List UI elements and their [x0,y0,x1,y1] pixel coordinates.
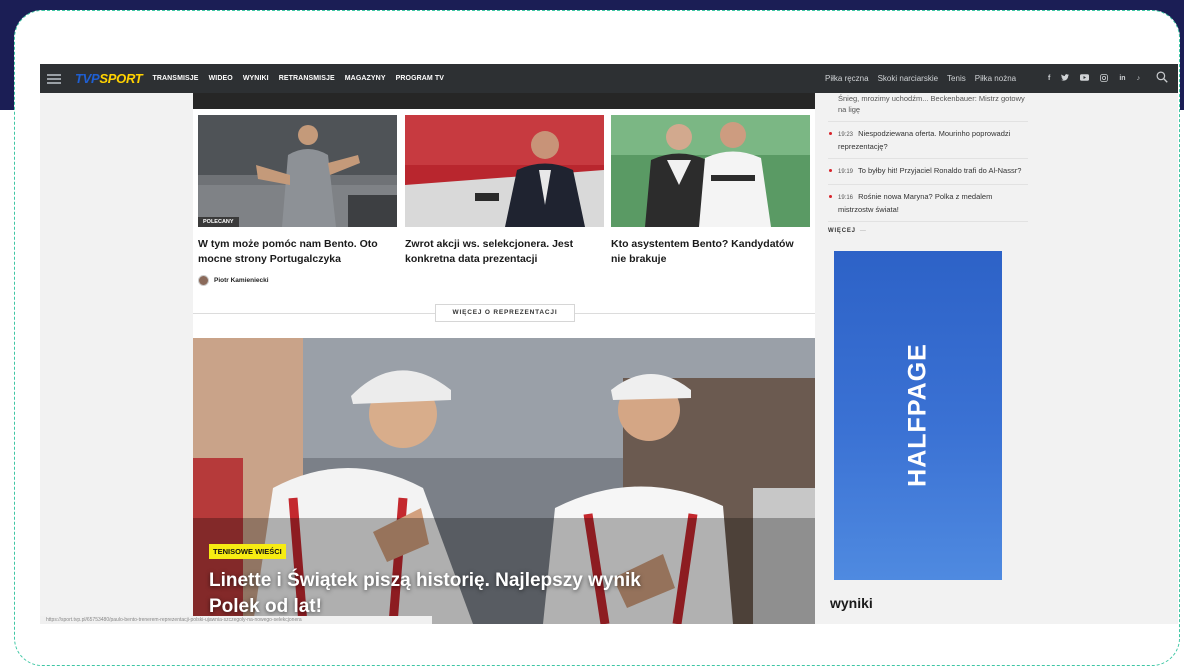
article-image-bento[interactable]: POLECANY [198,115,397,227]
results-section-title: wyniki [830,595,873,611]
nav-program-tv[interactable]: PROGRAM TV [396,75,444,82]
news-text: Rośnie nowa Maryna? Polka z medalem mist… [838,192,993,214]
tvp-sport-logo[interactable]: TVPSPORT [75,71,143,86]
subnav-skoki-narciarskie[interactable]: Skoki narciarskie [878,74,938,83]
nav-magazyny[interactable]: MAGAZYNY [345,75,386,82]
hero-category-label[interactable]: TENISOWE WIEŚCI [209,544,286,559]
nav-transmisje[interactable]: TRANSMISJE [152,75,198,82]
article-title[interactable]: Kto asystentem Bento? Kandydatów nie bra… [611,237,810,267]
nav-wideo[interactable]: WIDEO [209,75,233,82]
subnav-pilka-nozna[interactable]: Piłka nożna [975,74,1016,83]
top-navigation-bar: TVPSPORT TRANSMISJE WIDEO WYNIKI RETRANS… [40,64,1178,93]
bullet-dot [829,195,832,198]
news-item[interactable]: 19:23 Niespodziewana oferta. Mourinho po… [828,128,1028,159]
nav-wyniki[interactable]: WYNIKI [243,75,269,82]
news-text: To byłby hit! Przyjaciel Ronaldo trafi d… [857,166,1022,175]
news-text: Śnieg, mrozimy uchodźm... Beckenbauer: M… [838,94,1025,114]
article-image-kulesza[interactable] [405,115,604,227]
article-card[interactable]: Zwrot akcji ws. selekcjonera. Jest konkr… [405,115,604,267]
bullet-dot [829,132,832,135]
nav-retransmisje[interactable]: RETRANSMISJE [279,75,335,82]
news-item[interactable]: 19:16 Rośnie nowa Maryna? Polka z medale… [828,191,1028,222]
previous-article-image-strip [193,93,815,109]
twitter-icon[interactable] [1061,74,1070,83]
article-title[interactable]: Zwrot akcji ws. selekcjonera. Jest konkr… [405,237,604,267]
more-about-national-team: WIĘCEJ O REPREZENTACJI [193,304,815,324]
halfpage-ad-label: HALFPAGE [903,343,932,487]
avatar [198,275,209,286]
badge-polecany: POLECANY [198,217,239,227]
bullet-dot [829,169,832,172]
hero-article[interactable]: TENISOWE WIEŚCI Linette i Świątek piszą … [193,338,815,624]
instagram-icon[interactable] [1100,73,1109,84]
news-text: Niespodziewana oferta. Mourinho poprowad… [838,129,1011,151]
halfpage-ad[interactable]: HALFPAGE [834,251,1002,580]
subnav-tenis[interactable]: Tenis [947,74,966,83]
article-card[interactable]: POLECANY W tym może pomóc nam Bento. Oto… [198,115,397,286]
social-links: f in ♪ [1048,64,1140,93]
more-news-link[interactable]: WIĘCEJ — [828,228,1028,234]
sidebar-news: Śnieg, mrozimy uchodźm... Beckenbauer: M… [828,93,1028,234]
linkedin-icon[interactable]: in [1119,75,1125,82]
facebook-icon[interactable]: f [1048,75,1050,82]
logo-sport-text: SPORT [99,71,143,86]
article-author[interactable]: Piotr Kamieniecki [198,275,397,286]
news-time: 19:19 [838,169,854,175]
arrow-right-icon: — [859,228,867,234]
menu-icon[interactable] [47,73,61,84]
status-bar-url: https://sport.tvp.pl/65753480/paulo-bent… [40,616,432,624]
news-time: 19:23 [838,132,854,138]
sport-subnav: Piłka ręczna Skoki narciarskie Tenis Pił… [825,64,1016,93]
news-time: 19:16 [838,195,854,201]
hero-title[interactable]: Linette i Świątek piszą historię. Najlep… [209,568,679,620]
news-item[interactable]: Śnieg, mrozimy uchodźm... Beckenbauer: M… [828,93,1028,122]
author-name: Piotr Kamieniecki [214,277,269,284]
search-icon[interactable] [1156,71,1168,83]
article-card[interactable]: Kto asystentem Bento? Kandydatów nie bra… [611,115,810,267]
subnav-pilka-reczna[interactable]: Piłka ręczna [825,74,869,83]
browser-page: TVPSPORT TRANSMISJE WIDEO WYNIKI RETRANS… [40,64,1178,624]
logo-tvp-text: TVP [75,71,100,86]
more-reprezentacja-button[interactable]: WIĘCEJ O REPREZENTACJI [435,304,575,322]
tiktok-icon[interactable]: ♪ [1137,75,1141,82]
youtube-icon[interactable] [1080,74,1090,83]
article-image-assistants[interactable] [611,115,810,227]
news-item[interactable]: 19:19 To byłby hit! Przyjaciel Ronaldo t… [828,165,1028,185]
article-title[interactable]: W tym może pomóc nam Bento. Oto mocne st… [198,237,397,267]
main-nav: TRANSMISJE WIDEO WYNIKI RETRANSMISJE MAG… [152,75,444,82]
more-news-label: WIĘCEJ [828,228,856,234]
